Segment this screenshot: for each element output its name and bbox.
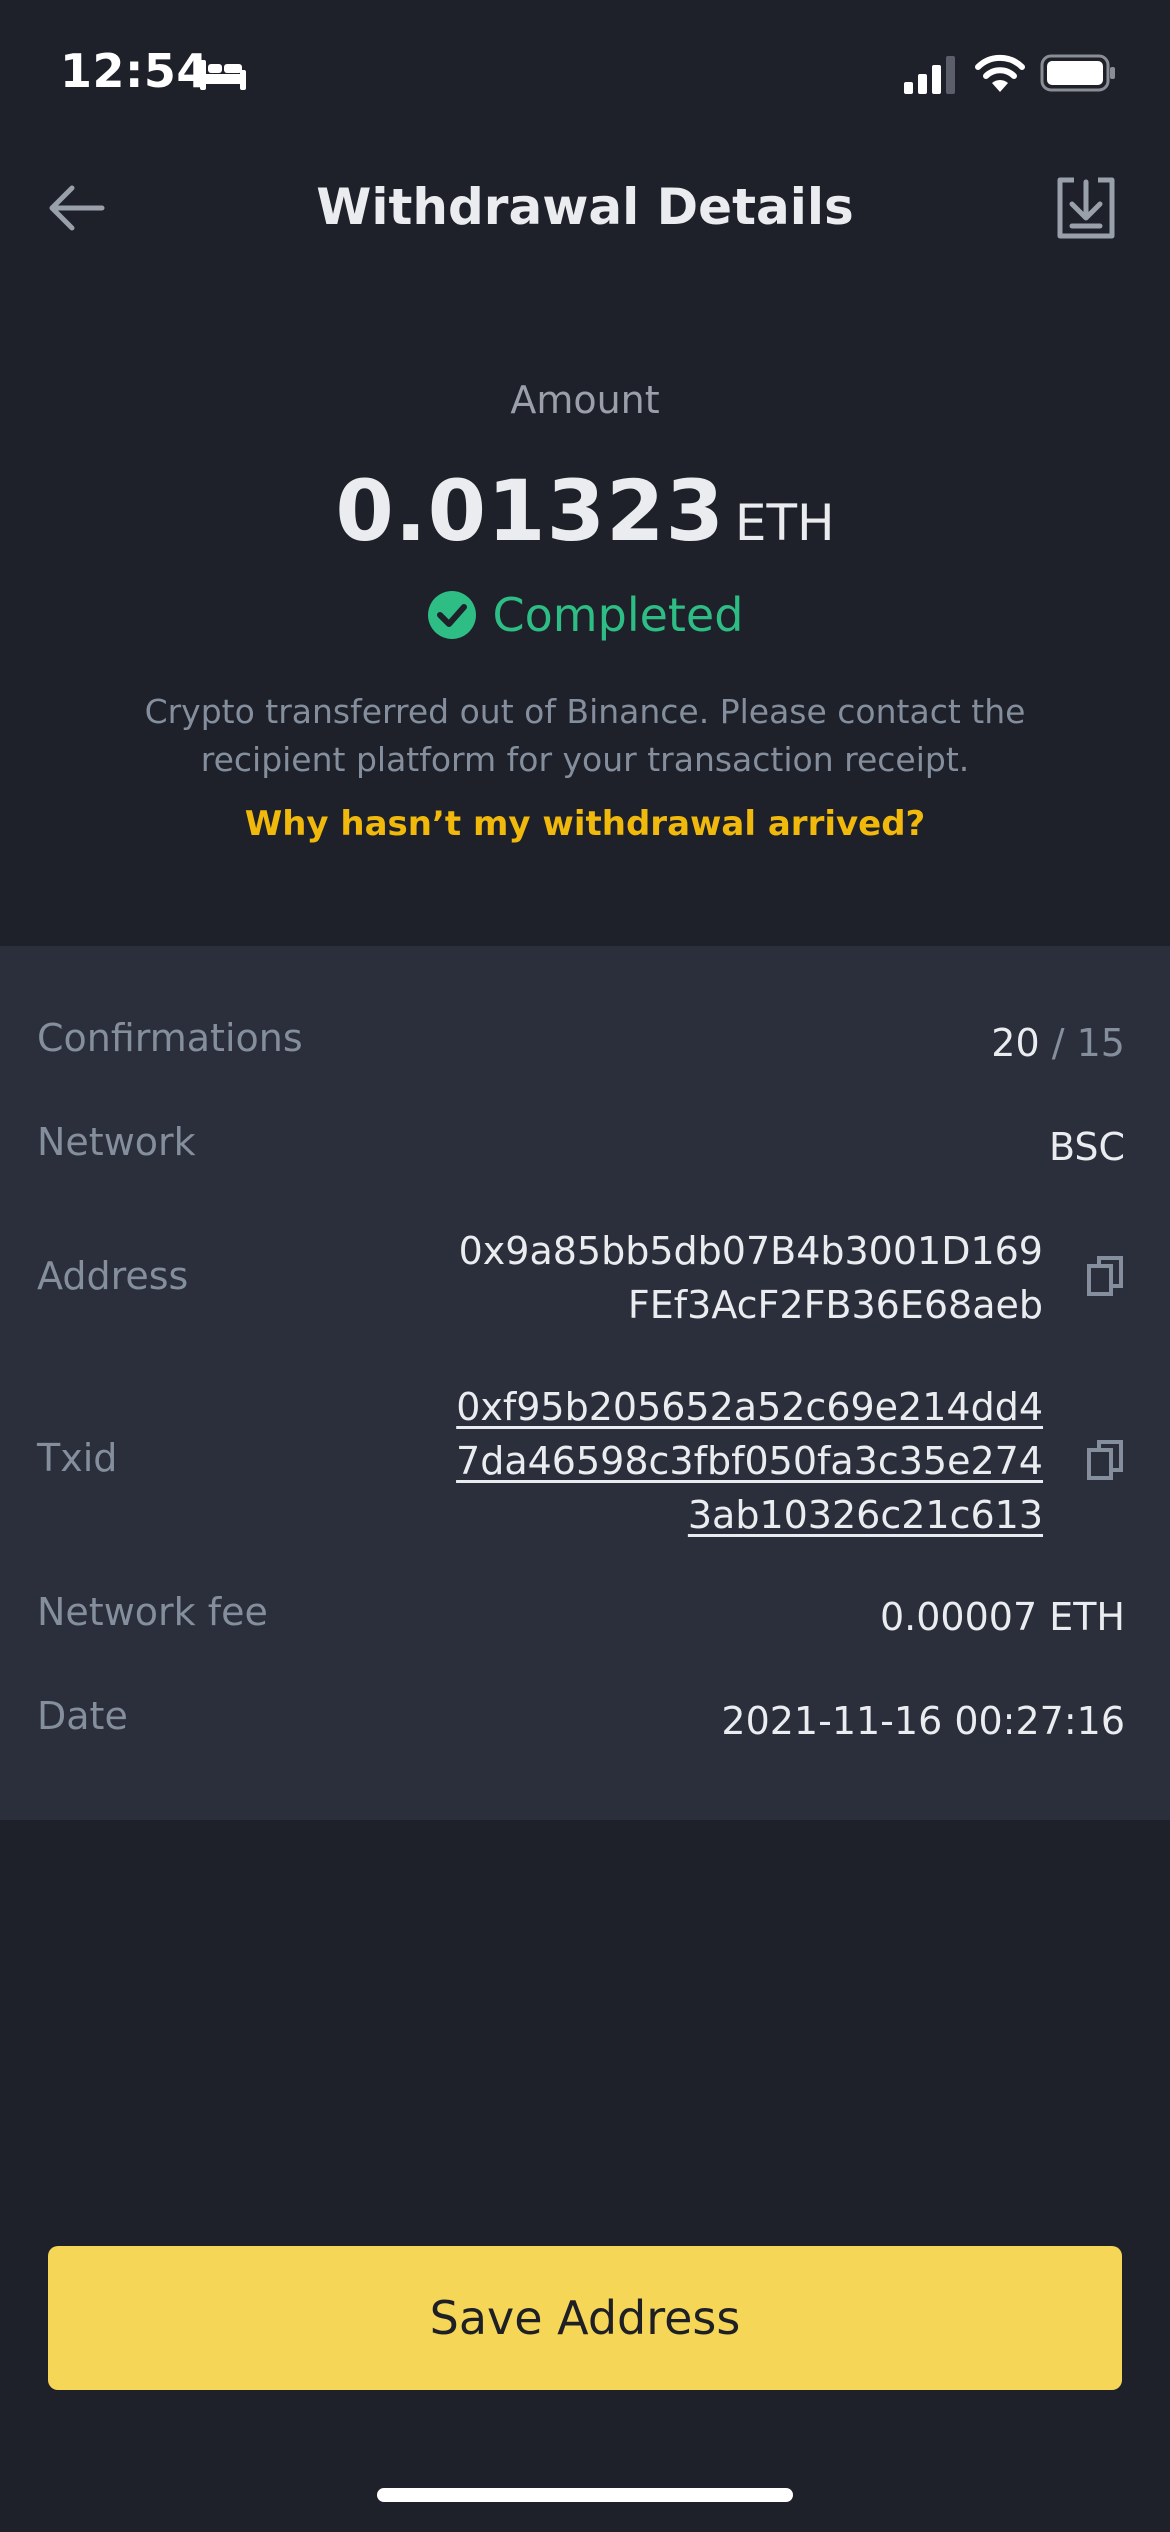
status-bar: 12:54 — [0, 0, 1170, 150]
confirmations-current: 20 — [991, 1021, 1040, 1065]
txid-line: 3ab10326c21c613 — [687, 1493, 1043, 1537]
copy-address-icon[interactable] — [1085, 1254, 1125, 1298]
txid-line: 0xf95b205652a52c69e214dd4 — [456, 1385, 1043, 1429]
txid-row: Txid 0xf95b205652a52c69e214dd4 7da46598c… — [37, 1380, 1125, 1550]
address-label: Address — [37, 1254, 189, 1298]
network-fee-value: 0.00007 ETH — [879, 1595, 1125, 1639]
withdrawal-help-link[interactable]: Why hasn’t my withdrawal arrived? — [0, 804, 1170, 844]
network-fee-label: Network fee — [37, 1590, 268, 1634]
date-row: Date 2021-11-16 00:27:16 — [37, 1694, 1125, 1754]
confirmations-required: / 15 — [1051, 1021, 1125, 1065]
date-label: Date — [37, 1694, 128, 1738]
copy-txid-icon[interactable] — [1085, 1438, 1125, 1482]
status-time: 12:54 — [60, 44, 209, 98]
home-indicator — [377, 2488, 793, 2502]
sleep-mode-icon — [200, 60, 246, 90]
cellular-signal-icon — [904, 56, 955, 94]
amount-unit: ETH — [734, 494, 835, 552]
network-value: BSC — [1048, 1125, 1125, 1169]
withdrawal-details-screen: 12:54 Withdrawal Details Amount 0.01323 … — [0, 0, 1170, 2532]
address-value: 0x9a85bb5db07B4b3001D169 FEf3AcF2FB36E68… — [459, 1224, 1043, 1332]
txid-link[interactable]: 0xf95b205652a52c69e214dd4 7da46598c3fbf0… — [456, 1380, 1043, 1542]
address-row: Address 0x9a85bb5db07B4b3001D169 FEf3AcF… — [37, 1224, 1125, 1334]
network-row: Network BSC — [37, 1120, 1125, 1180]
transfer-notice: Crypto transferred out of Binance. Pleas… — [144, 692, 1026, 779]
save-address-button[interactable]: Save Address — [48, 2246, 1122, 2390]
address-line: 0x9a85bb5db07B4b3001D169 — [458, 1229, 1043, 1273]
check-circle-icon — [427, 591, 476, 639]
date-value: 2021-11-16 00:27:16 — [721, 1699, 1125, 1743]
battery-icon — [1040, 54, 1115, 92]
download-icon[interactable] — [1054, 174, 1118, 242]
details-panel: Confirmations 20 / 15 Network BSC Addres… — [0, 946, 1170, 1820]
confirmations-label: Confirmations — [37, 1016, 303, 1060]
confirmations-row: Confirmations 20 / 15 — [37, 1016, 1125, 1076]
network-fee-row: Network fee 0.00007 ETH — [37, 1590, 1125, 1650]
status-indicator: Completed — [0, 588, 1170, 642]
network-label: Network — [37, 1120, 196, 1164]
confirmations-value: 20 / 15 — [991, 1016, 1125, 1070]
page-title: Withdrawal Details — [316, 178, 854, 236]
amount-label: Amount — [510, 378, 660, 422]
address-line: FEf3AcF2FB36E68aeb — [627, 1283, 1043, 1327]
header: Withdrawal Details — [0, 160, 1170, 260]
txid-line: 7da46598c3fbf050fa3c35e274 — [456, 1439, 1043, 1483]
txid-label: Txid — [37, 1436, 118, 1480]
amount-value: 0.01323 — [335, 462, 725, 560]
wifi-icon — [975, 54, 1025, 92]
amount-display: 0.01323 ETH — [0, 462, 1170, 560]
status-text: Completed — [492, 588, 744, 642]
